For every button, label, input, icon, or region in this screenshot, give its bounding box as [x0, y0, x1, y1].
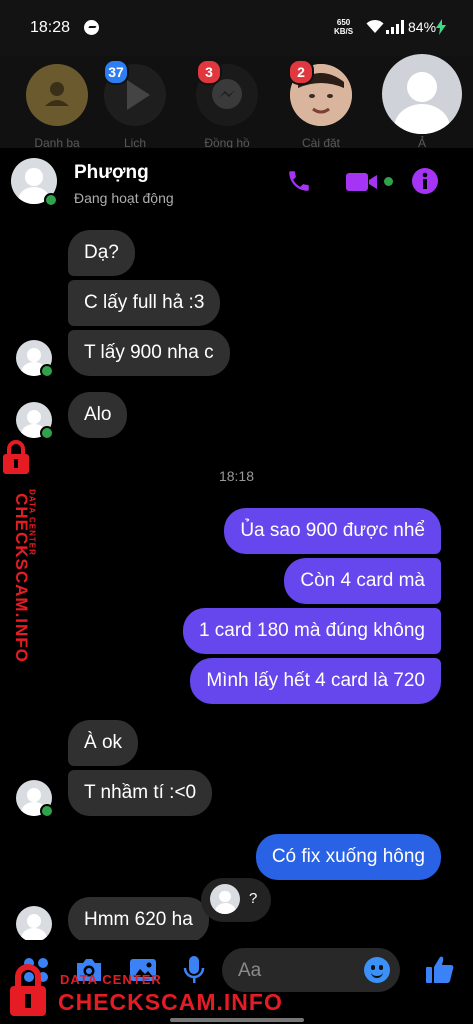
battery-level: 84%	[408, 19, 437, 35]
emoji-icon[interactable]	[364, 957, 390, 983]
reaction-avatar	[210, 884, 240, 914]
sender-avatar[interactable]	[16, 906, 52, 942]
avatar-head-shape	[219, 890, 231, 902]
message-bubble-incoming[interactable]: C lấy full hả :3	[68, 280, 221, 326]
message-bubble-outgoing[interactable]: Có fix xuống hông	[255, 834, 441, 880]
video-active-dot	[384, 177, 393, 186]
watermark-subtext: DATA CENTER	[27, 489, 37, 556]
message-bubble-incoming[interactable]: T lấy 900 nha c	[68, 330, 230, 376]
watermark-subtext: DATA CENTER	[60, 972, 162, 987]
network-speed-value: 650	[336, 18, 351, 27]
avatar-head-shape	[406, 71, 438, 102]
contact-status: Đang hoạt động	[74, 190, 174, 206]
online-indicator	[44, 193, 58, 207]
chat-head-contacts[interactable]	[26, 64, 88, 126]
microphone-icon[interactable]	[182, 954, 206, 986]
lock-icon	[3, 440, 29, 474]
status-time: 18:28	[30, 19, 71, 36]
message-bubble-outgoing[interactable]: Mình lấy hết 4 card là 720	[190, 658, 441, 704]
message-bubble-outgoing[interactable]: Ủa sao 900 được nhể	[224, 508, 441, 554]
network-speed-unit: KB/S	[334, 27, 354, 36]
chat-head-settings[interactable]: 2	[288, 59, 352, 126]
avatar-body-shape	[214, 902, 236, 914]
online-indicator	[40, 364, 54, 378]
message-bubble-outgoing[interactable]: Còn 4 card mà	[284, 558, 441, 604]
wifi-icon	[366, 19, 384, 33]
avatar-body-shape	[394, 103, 450, 134]
watermark-text: CHECKSCAM.INFO	[58, 989, 283, 1015]
chat-head-calendar[interactable]: 37	[103, 59, 166, 126]
watermark-vertical: CHECKSCAM.INFO DATA CENTER	[3, 440, 37, 668]
chat-head-clock[interactable]: 3	[196, 59, 258, 126]
seen-reaction-bubble[interactable]: ?	[201, 878, 271, 922]
message-bubble-incoming[interactable]: Alo	[68, 392, 128, 438]
lock-icon	[10, 964, 46, 1016]
unread-badge: 2	[288, 59, 314, 85]
status-bar: 18:28 650 KB/S 84%	[0, 0, 473, 56]
charging-icon	[436, 19, 446, 35]
chat-head-generic[interactable]	[382, 54, 462, 134]
contacts-icon	[45, 82, 69, 106]
unread-badge: 3	[196, 59, 222, 85]
emoji-mouth	[371, 970, 383, 978]
avatar-head-shape	[27, 787, 41, 802]
network-speed: 650 KB/S	[334, 18, 353, 36]
conversation-header: Phượng Đang hoạt động	[0, 148, 473, 218]
message-input[interactable]: Aa	[222, 948, 400, 992]
info-icon[interactable]	[411, 167, 439, 195]
messenger-notification-icon	[84, 20, 99, 35]
message-bubble-incoming[interactable]: À ok	[68, 720, 139, 766]
message-bubble-outgoing[interactable]: 1 card 180 mà đúng không	[182, 608, 441, 654]
avatar-head-shape	[25, 168, 43, 186]
video-call-icon[interactable]	[346, 170, 380, 194]
phone-call-icon[interactable]	[286, 168, 312, 194]
message-bubble-incoming[interactable]: T nhầm tí :<0	[68, 770, 213, 816]
avatar-head-shape	[27, 913, 41, 928]
chat-heads-row: Danh ba 37 Lich 3 Đồng hồ 2 Cài đặt Ả	[0, 54, 473, 150]
unread-badge: 37	[103, 59, 129, 85]
message-input-placeholder: Aa	[238, 960, 262, 981]
avatar-head-shape	[27, 409, 41, 424]
like-thumb-icon[interactable]	[424, 954, 456, 986]
timestamp-separator: 18:18	[218, 468, 255, 484]
reaction-text: ?	[249, 890, 258, 907]
contact-name[interactable]: Phượng	[74, 162, 149, 184]
avatar-head-shape	[27, 347, 41, 362]
signal-icon	[386, 20, 404, 34]
online-indicator	[40, 426, 54, 440]
online-indicator	[40, 804, 54, 818]
message-bubble-incoming[interactable]: Dạ?	[68, 230, 135, 276]
gesture-navigation-bar[interactable]	[170, 1018, 304, 1022]
message-bubble-incoming[interactable]: Hmm 620 ha	[68, 897, 209, 943]
